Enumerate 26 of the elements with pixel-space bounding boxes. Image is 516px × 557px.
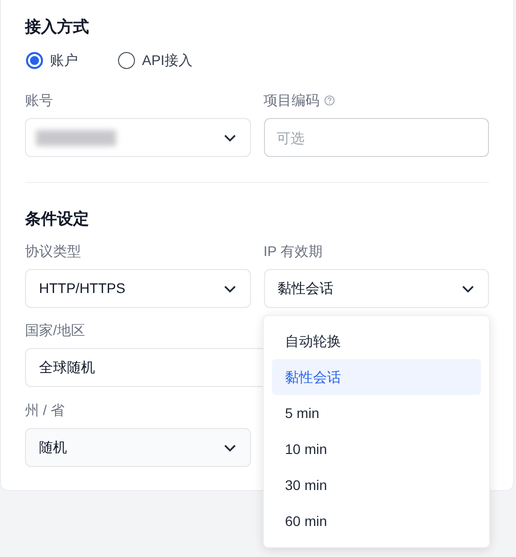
chevron-down-icon xyxy=(224,444,236,452)
field-label: 项目编码 xyxy=(264,90,320,110)
input-field[interactable]: 可选 xyxy=(264,118,489,157)
radio-label[interactable]: API接入 xyxy=(142,50,193,70)
field-label: 协议类型 xyxy=(25,242,81,260)
chevron-down-icon xyxy=(224,134,236,142)
select-field[interactable]: 黏性会话 xyxy=(264,269,489,308)
radio-button[interactable] xyxy=(26,52,43,68)
section-title: 接入方式 xyxy=(25,17,90,38)
field-label: IP 有效期 xyxy=(264,242,322,260)
field-label: 账号 xyxy=(25,90,53,110)
radio-label[interactable]: 账户 xyxy=(50,50,78,70)
field-label: 国家/地区 xyxy=(25,320,85,340)
chevron-down-icon xyxy=(462,284,474,292)
select-field[interactable]: 随机 xyxy=(25,428,251,467)
dropdown-option[interactable]: 30 min xyxy=(272,467,481,503)
dropdown-option[interactable]: 5 min xyxy=(272,395,481,431)
dropdown-option[interactable]: 60 min xyxy=(272,503,481,539)
dropdown-option[interactable]: 黏性会话 xyxy=(272,359,481,395)
chevron-down-icon xyxy=(224,284,236,292)
select-field[interactable]: HTTP/HTTPS xyxy=(25,269,250,308)
section-title: 条件设定 xyxy=(25,209,90,230)
dropdown-option[interactable]: 10 min xyxy=(272,431,481,467)
field-label: 州 / 省 xyxy=(25,400,65,420)
select-field[interactable] xyxy=(25,118,250,157)
radio-button[interactable] xyxy=(118,52,135,68)
